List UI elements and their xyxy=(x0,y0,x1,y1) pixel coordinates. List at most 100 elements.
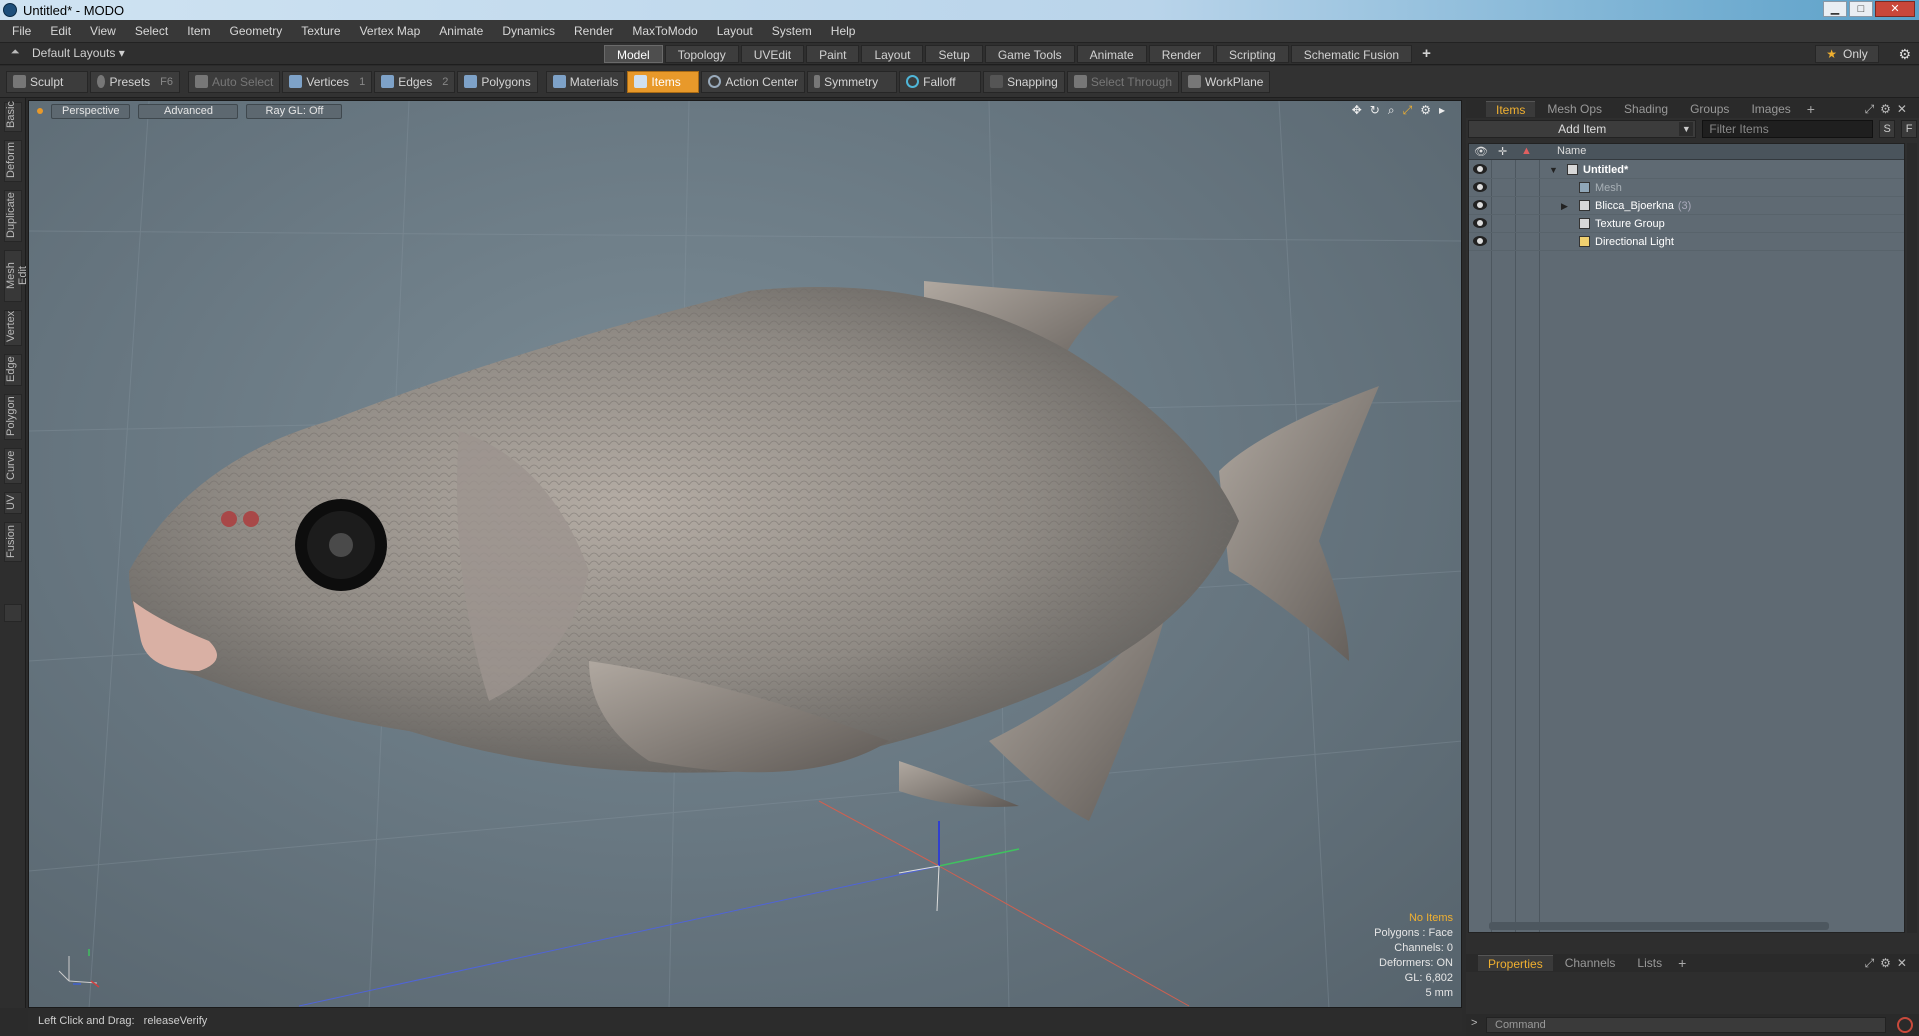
panel-options-icon[interactable]: ⤢⚙✕ xyxy=(1865,102,1913,117)
layouts-selector[interactable]: ⏶ Default Layouts ▾ xyxy=(8,46,125,60)
menu-edit[interactable]: Edit xyxy=(50,24,71,38)
viewport-menu-icon[interactable] xyxy=(37,108,43,114)
horizontal-scrollbar[interactable] xyxy=(1489,922,1829,930)
rotate-icon[interactable]: ↻ xyxy=(1370,103,1380,118)
vtab-mesh-edit[interactable]: Mesh Edit xyxy=(4,250,29,302)
tab-setup[interactable]: Setup xyxy=(925,45,983,63)
sculpt-button[interactable]: Sculpt xyxy=(6,70,88,93)
tab-uvedit[interactable]: UVEdit xyxy=(740,45,805,63)
tab-mesh-ops[interactable]: Mesh Ops xyxy=(1537,101,1612,117)
tab-images[interactable]: Images xyxy=(1741,101,1800,117)
menu-help[interactable]: Help xyxy=(831,24,856,38)
tab-channels[interactable]: Channels xyxy=(1555,955,1626,971)
menu-item[interactable]: Item xyxy=(187,24,210,38)
menu-render[interactable]: Render xyxy=(574,24,613,38)
vtab-curve[interactable]: Curve xyxy=(4,448,22,484)
eye-icon[interactable] xyxy=(1473,164,1487,174)
presets-button[interactable]: Presets F6 xyxy=(90,70,180,93)
item-list[interactable]: 👁 ✛ ▲ Name ▼ Untitled* Mesh ▶ Blicca_Bjo… xyxy=(1468,143,1905,933)
3d-viewport[interactable]: Perspective Advanced Ray GL: Off ✥ ↻ ⌕ ⤢… xyxy=(28,100,1462,1008)
gear-icon[interactable]: ⚙ xyxy=(1898,46,1911,63)
pan-icon[interactable]: ✥ xyxy=(1352,103,1362,118)
menu-file[interactable]: File xyxy=(12,24,31,38)
select-through-button[interactable]: Select Through xyxy=(1066,70,1179,93)
menu-vertex-map[interactable]: Vertex Map xyxy=(360,24,421,38)
stop-icon[interactable] xyxy=(1897,1017,1913,1033)
s-filter-button[interactable]: S xyxy=(1879,120,1896,138)
layouts-dropdown[interactable]: Default Layouts ▾ xyxy=(32,46,125,60)
tab-model[interactable]: Model xyxy=(604,45,663,63)
zoom-icon[interactable]: ⌕ xyxy=(1388,103,1395,118)
menu-select[interactable]: Select xyxy=(135,24,168,38)
edges-button[interactable]: Edges 2 xyxy=(374,70,456,93)
name-column-header[interactable]: Name xyxy=(1557,145,1586,157)
menu-texture[interactable]: Texture xyxy=(301,24,340,38)
chevron-down-icon[interactable]: ▼ xyxy=(1679,122,1694,136)
vertices-button[interactable]: Vertices 1 xyxy=(282,70,373,93)
tab-schematic-fusion[interactable]: Schematic Fusion xyxy=(1290,45,1413,63)
viewport-gear-icon[interactable]: ⚙ xyxy=(1420,103,1431,118)
tab-scripting[interactable]: Scripting xyxy=(1216,45,1289,63)
f-filter-button[interactable]: F xyxy=(1901,120,1918,138)
menu-view[interactable]: View xyxy=(90,24,116,38)
vtab-edge[interactable]: Edge xyxy=(4,354,22,386)
falloff-button[interactable]: Falloff xyxy=(899,70,982,93)
visibility-col-icon[interactable]: 👁 xyxy=(1474,145,1488,158)
item-row-blicca[interactable]: ▶ Blicca_Bjoerkna (3) xyxy=(1469,197,1904,215)
collapse-arrow-icon[interactable]: ▼ xyxy=(1549,161,1558,179)
only-toggle[interactable]: ★ Only xyxy=(1815,45,1879,63)
menu-maxtomodo[interactable]: MaxToModo xyxy=(632,24,697,38)
materials-button[interactable]: Materials xyxy=(545,70,626,93)
add-panel-tab-button[interactable]: + xyxy=(1807,101,1815,117)
raygl-button[interactable]: Ray GL: Off xyxy=(246,104,343,119)
add-properties-tab-button[interactable]: + xyxy=(1678,955,1686,971)
vtab-fusion[interactable]: Fusion xyxy=(4,522,22,562)
close-icon[interactable]: ✕ xyxy=(1875,1,1915,17)
command-input[interactable]: Command xyxy=(1486,1017,1886,1033)
properties-options-icon[interactable]: ⤢⚙✕ xyxy=(1865,956,1913,971)
eye-icon[interactable] xyxy=(1473,236,1487,246)
workplane-button[interactable]: WorkPlane xyxy=(1181,70,1271,93)
tab-topology[interactable]: Topology xyxy=(664,45,739,63)
menu-system[interactable]: System xyxy=(772,24,812,38)
menu-dynamics[interactable]: Dynamics xyxy=(502,24,555,38)
maximize-icon[interactable]: □ xyxy=(1849,1,1873,17)
menu-layout[interactable]: Layout xyxy=(717,24,753,38)
minimize-icon[interactable]: ▁ xyxy=(1823,1,1847,17)
eye-icon[interactable] xyxy=(1473,218,1487,228)
vtab-deform[interactable]: Deform xyxy=(4,140,22,182)
expand-arrow-icon[interactable]: ▶ xyxy=(1561,197,1568,215)
tab-groups[interactable]: Groups xyxy=(1680,101,1739,117)
vtab-uv[interactable]: UV xyxy=(4,492,22,514)
render-col-icon[interactable]: ▲ xyxy=(1521,145,1532,157)
eye-icon[interactable] xyxy=(1473,200,1487,210)
item-row-texture-group[interactable]: Texture Group xyxy=(1469,215,1904,233)
snapping-button[interactable]: Snapping xyxy=(983,70,1065,93)
vtab-vertex[interactable]: Vertex xyxy=(4,310,22,346)
auto-select-button[interactable]: Auto Select xyxy=(188,70,281,93)
item-row-directional-light[interactable]: Directional Light xyxy=(1469,233,1904,251)
vertical-scrollbar[interactable] xyxy=(1907,143,1917,933)
add-tab-button[interactable]: + xyxy=(1414,45,1439,63)
tab-layout[interactable]: Layout xyxy=(861,45,924,63)
vtab-collapse[interactable] xyxy=(4,604,22,622)
add-item-button[interactable]: Add Item ▼ xyxy=(1468,120,1697,138)
viewport-arrow-icon[interactable]: ▸ xyxy=(1439,103,1445,118)
tab-game-tools[interactable]: Game Tools xyxy=(984,45,1075,63)
tab-animate[interactable]: Animate xyxy=(1076,45,1147,63)
advanced-shading-button[interactable]: Advanced xyxy=(138,104,239,119)
layout-up-icon[interactable]: ⏶ xyxy=(8,46,22,60)
polygons-button[interactable]: Polygons xyxy=(457,70,538,93)
items-button[interactable]: Items xyxy=(627,70,700,93)
item-row-scene[interactable]: ▼ Untitled* xyxy=(1469,161,1904,179)
action-center-button[interactable]: Action Center xyxy=(701,70,806,93)
vtab-polygon[interactable]: Polygon xyxy=(4,394,22,440)
menu-animate[interactable]: Animate xyxy=(439,24,483,38)
filter-items-input[interactable]: Filter Items xyxy=(1702,120,1874,138)
tab-lists[interactable]: Lists xyxy=(1627,955,1672,971)
tab-paint[interactable]: Paint xyxy=(806,45,860,63)
perspective-button[interactable]: Perspective xyxy=(51,104,131,119)
tab-render[interactable]: Render xyxy=(1148,45,1215,63)
eye-icon[interactable] xyxy=(1473,182,1487,192)
tab-properties[interactable]: Properties xyxy=(1478,955,1553,971)
